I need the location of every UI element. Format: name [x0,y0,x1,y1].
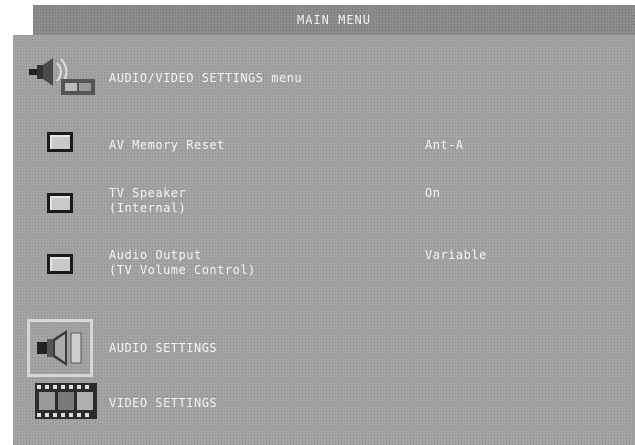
title-bar: MAIN MENU [33,5,635,37]
tv-speaker-label[interactable]: TV Speaker (Internal) [109,186,186,216]
av-memory-reset-value: Ant-A [425,138,464,152]
tv-speaker-checkbox[interactable] [47,193,73,213]
speaker-film-icon [29,58,95,95]
audio-output-value: Variable [425,248,487,262]
menu-panel: AUDIO/VIDEO SETTINGS menu AV Memory Rese… [13,35,635,445]
tv-speaker-value: On [425,186,441,200]
av-memory-reset-checkbox[interactable] [47,132,73,152]
video-settings-item[interactable]: VIDEO SETTINGS [109,396,217,411]
audio-output-checkbox[interactable] [47,254,73,274]
audio-settings-item[interactable]: AUDIO SETTINGS [109,341,217,356]
av-settings-header[interactable]: AUDIO/VIDEO SETTINGS menu [109,71,302,86]
menu-title: MAIN MENU [296,13,372,27]
film-strip-icon[interactable] [35,381,99,421]
av-memory-reset-label[interactable]: AV Memory Reset [109,138,225,153]
audio-output-label[interactable]: Audio Output (TV Volume Control) [109,248,256,278]
speaker-icon[interactable] [35,327,87,369]
